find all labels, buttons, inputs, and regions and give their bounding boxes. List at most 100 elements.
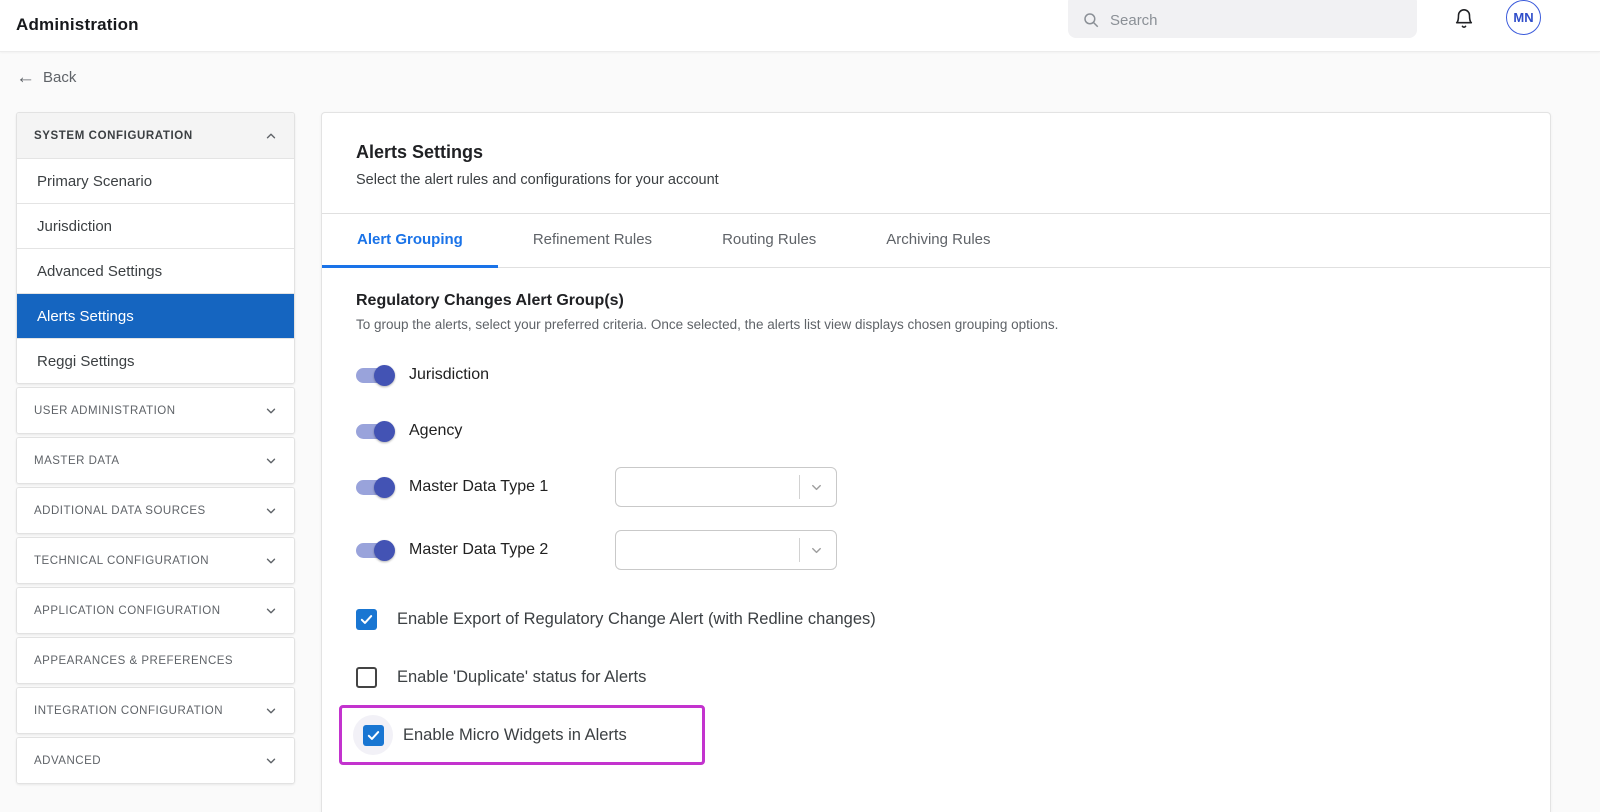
sidebar-section-header-application-configuration[interactable]: APPLICATION CONFIGURATION xyxy=(17,588,294,633)
group-description: To group the alerts, select your preferr… xyxy=(356,317,1516,332)
group-heading: Regulatory Changes Alert Group(s) xyxy=(356,292,1516,310)
sidebar-item-reggi-settings[interactable]: Reggi Settings xyxy=(17,338,294,383)
section-label: ADDITIONAL DATA SOURCES xyxy=(34,505,206,517)
sidebar-item-alerts-settings[interactable]: Alerts Settings xyxy=(17,293,294,338)
sidebar-section-advanced: ADVANCED xyxy=(16,737,295,784)
enable-micro-widgets-checkbox[interactable] xyxy=(363,725,384,746)
sidebar-item-label: Primary Scenario xyxy=(37,173,152,190)
sidebar-section-additional-data-sources: ADDITIONAL DATA SOURCES xyxy=(16,487,295,534)
search-icon xyxy=(1082,11,1100,29)
toggle-label: Agency xyxy=(409,422,462,440)
tab-label: Alert Grouping xyxy=(357,231,463,248)
checkbox-label: Enable Export of Regulatory Change Alert… xyxy=(397,610,876,629)
sidebar-item-primary-scenario[interactable]: Primary Scenario xyxy=(17,158,294,203)
sidebar-section-header-system-configuration[interactable]: SYSTEM CONFIGURATION xyxy=(17,113,294,158)
sidebar-item-label: Alerts Settings xyxy=(37,308,134,325)
toggle-label: Master Data Type 1 xyxy=(409,478,599,496)
section-label: TECHNICAL CONFIGURATION xyxy=(34,555,209,567)
chevron-down-icon xyxy=(264,504,278,518)
section-label: SYSTEM CONFIGURATION xyxy=(34,130,193,142)
sidebar-section-appearances-preferences: APPEARANCES & PREFERENCES xyxy=(16,637,295,684)
sidebar-section-header-advanced[interactable]: ADVANCED xyxy=(17,738,294,783)
annotation-highlight-box: Enable Micro Widgets in Alerts xyxy=(339,705,705,765)
tab-label: Archiving Rules xyxy=(886,231,990,248)
section-label: INTEGRATION CONFIGURATION xyxy=(34,705,223,717)
tab-refinement-rules[interactable]: Refinement Rules xyxy=(498,214,687,268)
jurisdiction-toggle[interactable] xyxy=(356,368,393,383)
page-title: Administration xyxy=(16,0,139,50)
checkbox-label: Enable 'Duplicate' status for Alerts xyxy=(397,668,646,687)
sidebar-item-label: Reggi Settings xyxy=(37,353,135,370)
sidebar-section-integration-configuration: INTEGRATION CONFIGURATION xyxy=(16,687,295,734)
chevron-down-icon xyxy=(264,754,278,768)
sidebar-section-master-data: MASTER DATA xyxy=(16,437,295,484)
sidebar-section-header-integration-configuration[interactable]: INTEGRATION CONFIGURATION xyxy=(17,688,294,733)
chevron-down-icon xyxy=(264,454,278,468)
master-data-type-2-toggle[interactable] xyxy=(356,543,393,558)
toggle-row-master-data-type-1: Master Data Type 1 xyxy=(356,467,1516,507)
check-icon xyxy=(366,728,381,743)
sidebar-item-jurisdiction[interactable]: Jurisdiction xyxy=(17,203,294,248)
search-input[interactable] xyxy=(1110,12,1403,29)
panel-subtitle: Select the alert rules and configuration… xyxy=(356,172,1516,188)
enable-duplicate-checkbox[interactable] xyxy=(356,667,377,688)
tab-routing-rules[interactable]: Routing Rules xyxy=(687,214,851,268)
sidebar-section-header-user-administration[interactable]: USER ADMINISTRATION xyxy=(17,388,294,433)
topbar: Administration MN xyxy=(0,0,1600,52)
section-label: USER ADMINISTRATION xyxy=(34,405,176,417)
toggle-thumb xyxy=(374,365,395,386)
toggle-thumb xyxy=(374,540,395,561)
tab-label: Routing Rules xyxy=(722,231,816,248)
back-arrow-icon: ← xyxy=(16,68,35,87)
master-data-type-2-dropdown[interactable] xyxy=(615,530,837,570)
toggle-label: Master Data Type 2 xyxy=(409,541,599,559)
chevron-up-icon xyxy=(264,129,278,143)
chevron-down-icon xyxy=(264,704,278,718)
alerts-settings-panel: Alerts Settings Select the alert rules a… xyxy=(321,112,1551,812)
agency-toggle[interactable] xyxy=(356,424,393,439)
avatar[interactable]: MN xyxy=(1506,0,1541,35)
back-button[interactable]: ← Back xyxy=(16,68,76,87)
sidebar-section-header-master-data[interactable]: MASTER DATA xyxy=(17,438,294,483)
chevron-down-icon xyxy=(809,543,824,558)
master-data-type-1-toggle[interactable] xyxy=(356,480,393,495)
toggle-thumb xyxy=(374,421,395,442)
back-label: Back xyxy=(43,69,76,86)
checkbox-row-enable-export: Enable Export of Regulatory Change Alert… xyxy=(356,605,1516,633)
section-label: MASTER DATA xyxy=(34,455,120,467)
toggle-row-master-data-type-2: Master Data Type 2 xyxy=(356,530,1516,570)
sidebar-item-label: Jurisdiction xyxy=(37,218,112,235)
tab-content: Regulatory Changes Alert Group(s) To gro… xyxy=(322,268,1550,765)
bell-icon xyxy=(1453,8,1475,30)
checkbox-label: Enable Micro Widgets in Alerts xyxy=(403,726,627,745)
chevron-down-icon xyxy=(264,554,278,568)
chevron-down-icon xyxy=(264,404,278,418)
sidebar-item-advanced-settings[interactable]: Advanced Settings xyxy=(17,248,294,293)
checkbox-row-enable-duplicate: Enable 'Duplicate' status for Alerts xyxy=(356,663,1516,691)
toggle-row-jurisdiction: Jurisdiction xyxy=(356,362,1516,388)
avatar-initials: MN xyxy=(1513,10,1533,25)
section-label: ADVANCED xyxy=(34,755,101,767)
panel-header: Alerts Settings Select the alert rules a… xyxy=(322,113,1550,213)
tab-archiving-rules[interactable]: Archiving Rules xyxy=(851,214,1025,268)
sidebar-section-technical-configuration: TECHNICAL CONFIGURATION xyxy=(16,537,295,584)
section-label: APPLICATION CONFIGURATION xyxy=(34,605,221,617)
tab-alert-grouping[interactable]: Alert Grouping xyxy=(322,214,498,268)
enable-export-checkbox[interactable] xyxy=(356,609,377,630)
sidebar-section-system-configuration: SYSTEM CONFIGURATION Primary Scenario Ju… xyxy=(16,112,295,384)
toggle-thumb xyxy=(374,477,395,498)
sidebar-section-application-configuration: APPLICATION CONFIGURATION xyxy=(16,587,295,634)
tab-bar: Alert Grouping Refinement Rules Routing … xyxy=(322,214,1550,268)
check-icon xyxy=(359,612,374,627)
sidebar-section-header-technical-configuration[interactable]: TECHNICAL CONFIGURATION xyxy=(17,538,294,583)
toggle-row-agency: Agency xyxy=(356,418,1516,444)
sidebar-section-header-additional-data-sources[interactable]: ADDITIONAL DATA SOURCES xyxy=(17,488,294,533)
notifications-button[interactable] xyxy=(1448,3,1480,35)
sidebar-section-header-appearances-preferences[interactable]: APPEARANCES & PREFERENCES xyxy=(17,638,294,683)
search-box[interactable] xyxy=(1068,0,1417,38)
chevron-down-icon xyxy=(264,604,278,618)
sidebar: SYSTEM CONFIGURATION Primary Scenario Ju… xyxy=(16,112,295,784)
tab-label: Refinement Rules xyxy=(533,231,652,248)
master-data-type-1-dropdown[interactable] xyxy=(615,467,837,507)
dropdown-divider xyxy=(799,538,800,562)
